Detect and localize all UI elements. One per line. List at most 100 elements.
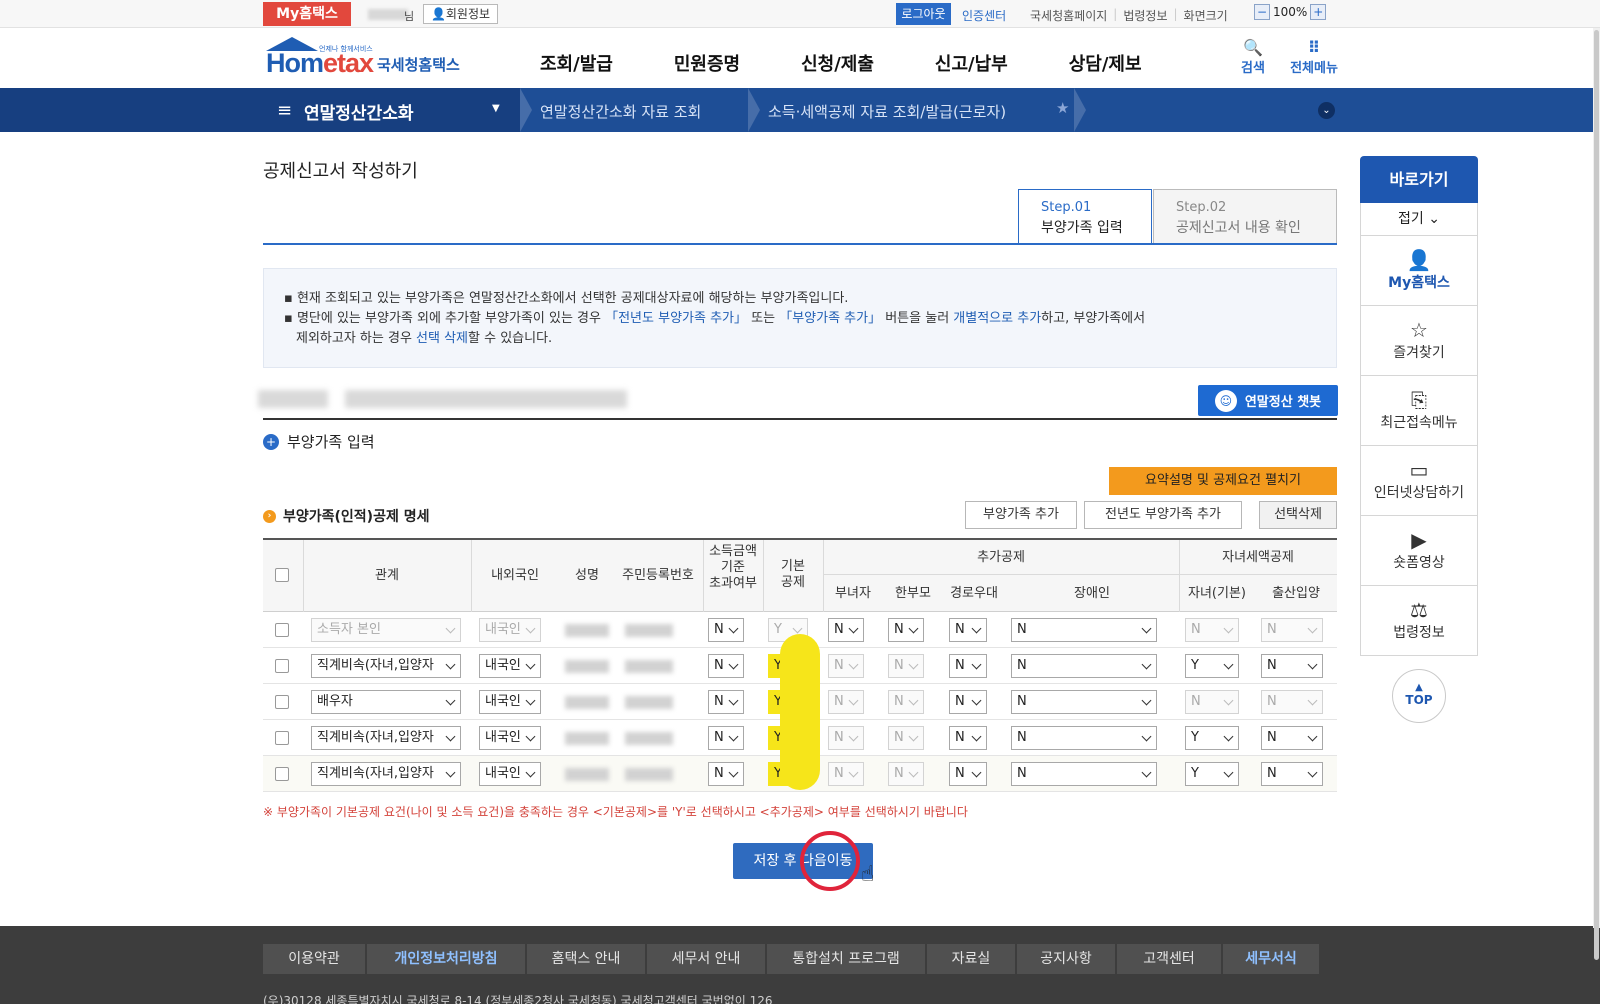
- myhometax-link[interactable]: My홈택스: [263, 2, 351, 26]
- single-parent-select[interactable]: N: [888, 726, 924, 750]
- footer-link-tax-forms[interactable]: 세무서식: [1223, 944, 1319, 974]
- law-info-link[interactable]: 법령정보: [1123, 7, 1167, 24]
- add-dependent-button[interactable]: 부양가족 추가: [965, 501, 1077, 529]
- zoom-out-button[interactable]: −: [1254, 4, 1270, 20]
- income-over-select[interactable]: N: [708, 618, 744, 642]
- nav-civil-certificate[interactable]: 민원증명: [674, 50, 740, 76]
- row-checkbox[interactable]: [275, 695, 289, 709]
- footer-link-library[interactable]: 자료실: [927, 944, 1015, 974]
- breadcrumb-item-2[interactable]: 소득·세액공제 자료 조회/발급(근로자): [768, 101, 1006, 122]
- relation-select[interactable]: 소득자 본인: [311, 618, 461, 642]
- elderly-select[interactable]: N: [949, 690, 987, 714]
- child-basic-select[interactable]: Y: [1185, 726, 1239, 750]
- footer-link-support[interactable]: 고객센터: [1117, 944, 1221, 974]
- child-basic-select[interactable]: N: [1185, 618, 1239, 642]
- star-icon[interactable]: ★: [1056, 99, 1069, 117]
- woman-select[interactable]: N: [828, 654, 864, 678]
- woman-select[interactable]: N: [828, 762, 864, 786]
- income-over-select[interactable]: N: [708, 762, 744, 786]
- single-parent-select[interactable]: N: [888, 762, 924, 786]
- child-basic-select[interactable]: Y: [1185, 762, 1239, 786]
- footer-link-privacy[interactable]: 개인정보처리방침: [367, 944, 525, 974]
- relation-select[interactable]: 배우자: [311, 690, 461, 714]
- zoom-in-button[interactable]: +: [1310, 4, 1327, 20]
- step-tab-2[interactable]: Step.02 공제신고서 내용 확인: [1153, 189, 1337, 244]
- nts-homepage-link[interactable]: 국세청홈페이지: [1030, 7, 1107, 24]
- disabled-select[interactable]: N: [1011, 618, 1157, 642]
- relation-select[interactable]: 직계비속(자녀,입양자: [311, 762, 461, 786]
- person-icon: 👤: [430, 7, 446, 21]
- elderly-select[interactable]: N: [949, 618, 987, 642]
- row-checkbox[interactable]: [275, 731, 289, 745]
- footer-link-notice[interactable]: 공지사항: [1017, 944, 1115, 974]
- quick-online-consult[interactable]: ▭ 인터넷상담하기: [1360, 446, 1478, 516]
- footer-link-hometax-guide[interactable]: 홈택스 안내: [527, 944, 645, 974]
- cert-center-link[interactable]: 인증센터: [962, 7, 1006, 24]
- breadcrumb-main-menu[interactable]: ≡ 연말정산간소화 ▼: [0, 88, 520, 132]
- footer-link-terms[interactable]: 이용약관: [263, 944, 365, 974]
- select-all-checkbox[interactable]: [275, 568, 289, 582]
- income-over-select[interactable]: N: [708, 726, 744, 750]
- woman-select[interactable]: N: [828, 690, 864, 714]
- member-info-button[interactable]: 👤회원정보: [423, 4, 498, 24]
- woman-select[interactable]: N: [828, 618, 864, 642]
- scroll-top-button[interactable]: ▲ TOP: [1392, 669, 1446, 723]
- quick-short-video[interactable]: ▶ 숏폼영상: [1360, 516, 1478, 586]
- all-menu-button[interactable]: ⠿ 전체메뉴: [1286, 38, 1342, 76]
- birth-adopt-select[interactable]: N: [1261, 654, 1323, 678]
- birth-adopt-select[interactable]: N: [1261, 690, 1323, 714]
- chevron-down-icon[interactable]: ⌄: [1318, 102, 1335, 119]
- nav-consult-report[interactable]: 상담/제보: [1069, 50, 1142, 76]
- col-divider: [823, 540, 824, 612]
- income-over-select[interactable]: N: [708, 690, 744, 714]
- disabled-select[interactable]: N: [1011, 762, 1157, 786]
- disabled-select[interactable]: N: [1011, 726, 1157, 750]
- quick-recent-menu[interactable]: ⎘ 최근접속메뉴: [1360, 376, 1478, 446]
- relation-select[interactable]: 직계비속(자녀,입양자: [311, 654, 461, 678]
- rrn-redacted: [625, 768, 673, 781]
- child-basic-select[interactable]: Y: [1185, 654, 1239, 678]
- quick-myhometax[interactable]: 👤 My홈택스: [1360, 236, 1478, 306]
- nav-inquiry[interactable]: 조회/발급: [540, 50, 613, 76]
- elderly-select[interactable]: N: [949, 654, 987, 678]
- nav-report-pay[interactable]: 신고/납부: [935, 50, 1008, 76]
- summary-expand-button[interactable]: 요약설명 및 공제요건 펼치기: [1109, 467, 1337, 495]
- chatbot-button[interactable]: ☺ 연말정산 챗봇: [1198, 385, 1338, 416]
- quick-favorites[interactable]: ☆ 즐겨찾기: [1360, 306, 1478, 376]
- delete-selected-button[interactable]: 선택삭제: [1259, 501, 1337, 529]
- search-button[interactable]: 🔍 검색: [1228, 38, 1278, 76]
- birth-adopt-select[interactable]: N: [1261, 618, 1323, 642]
- disabled-select[interactable]: N: [1011, 690, 1157, 714]
- quick-panel-fold-button[interactable]: 접기 ⌄: [1360, 203, 1478, 236]
- single-parent-select[interactable]: N: [888, 690, 924, 714]
- elderly-select[interactable]: N: [949, 762, 987, 786]
- birth-adopt-select[interactable]: N: [1261, 762, 1323, 786]
- woman-select[interactable]: N: [828, 726, 864, 750]
- single-parent-select[interactable]: N: [888, 618, 924, 642]
- add-prev-year-dependent-button[interactable]: 전년도 부양가족 추가: [1084, 501, 1242, 529]
- scrollbar-thumb[interactable]: [1594, 30, 1599, 960]
- logout-button[interactable]: 로그아웃: [896, 3, 951, 25]
- single-parent-select[interactable]: N: [888, 654, 924, 678]
- nav-apply-submit[interactable]: 신청/제출: [801, 50, 874, 76]
- domestic-select[interactable]: 내국인: [479, 654, 541, 678]
- birth-adopt-select[interactable]: N: [1261, 726, 1323, 750]
- row-checkbox[interactable]: [275, 659, 289, 673]
- relation-select[interactable]: 직계비속(자녀,입양자: [311, 726, 461, 750]
- domestic-select[interactable]: 내국인: [479, 690, 541, 714]
- disabled-select[interactable]: N: [1011, 654, 1157, 678]
- col-divider: [1179, 540, 1180, 612]
- breadcrumb-item-1[interactable]: 연말정산간소화 자료 조회: [540, 101, 701, 122]
- footer-link-install[interactable]: 통합설치 프로그램: [767, 944, 925, 974]
- quick-law-info[interactable]: ⚖ 법령정보: [1360, 586, 1478, 656]
- row-checkbox[interactable]: [275, 623, 289, 637]
- row-checkbox[interactable]: [275, 767, 289, 781]
- domestic-select[interactable]: 내국인: [479, 726, 541, 750]
- domestic-select[interactable]: 내국인: [479, 618, 541, 642]
- income-over-select[interactable]: N: [708, 654, 744, 678]
- footer-link-taxoffice-guide[interactable]: 세무서 안내: [647, 944, 765, 974]
- elderly-select[interactable]: N: [949, 726, 987, 750]
- child-basic-select[interactable]: N: [1185, 690, 1239, 714]
- domestic-select[interactable]: 내국인: [479, 762, 541, 786]
- step-tab-1[interactable]: Step.01 부양가족 입력: [1018, 189, 1152, 245]
